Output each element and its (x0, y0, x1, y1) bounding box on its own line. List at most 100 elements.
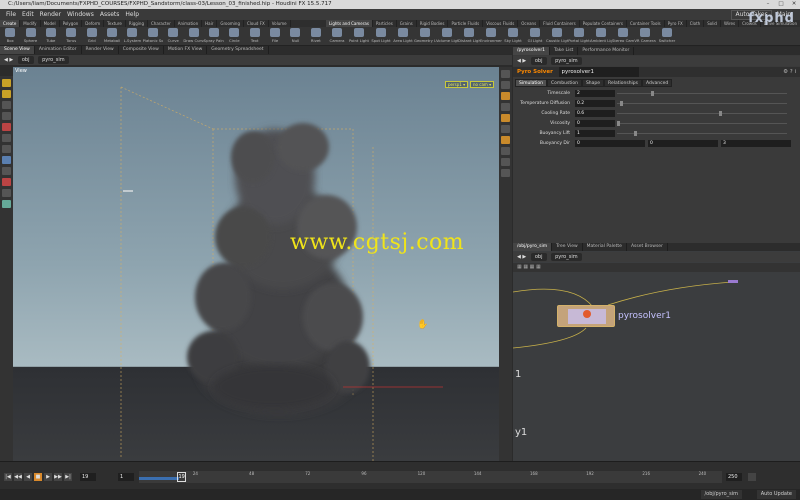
shelf-tool-torus[interactable]: Torus (61, 27, 81, 46)
display-options-icon[interactable] (501, 70, 510, 78)
param-slider-track[interactable] (617, 93, 787, 94)
shelf-tab[interactable]: Polygon (60, 20, 83, 27)
pane-tab[interactable]: Asset Browser (627, 243, 668, 251)
shelf-tool-spray-paint[interactable]: Spray Paint (204, 27, 224, 46)
param-value-field[interactable]: 2 (575, 90, 615, 97)
path-obj[interactable]: obj (17, 56, 34, 64)
shelf-tool-sphere[interactable]: Sphere (20, 27, 40, 46)
ghost-icon[interactable] (501, 114, 510, 122)
shelf-tab[interactable]: Create (0, 20, 21, 27)
param-slider-knob[interactable] (617, 121, 620, 126)
menu-render[interactable]: Render (37, 9, 64, 20)
path-obj[interactable]: obj (530, 57, 547, 65)
back-icon[interactable]: ◀ ▶ (4, 57, 13, 63)
param-slider-track[interactable] (617, 103, 787, 104)
pane-tab[interactable]: Motion FX View (164, 46, 208, 54)
gear-icon[interactable]: ⚙ ? i (783, 67, 796, 77)
shelf-tab[interactable]: Container Tools (627, 20, 665, 27)
shelf-tool-tube[interactable]: Tube (41, 27, 61, 46)
shelf-tool-grid[interactable]: Grid (82, 27, 102, 46)
shelf-tab[interactable]: Particle Fluids (448, 20, 484, 27)
playback-button-3[interactable]: ■ (34, 473, 42, 481)
shelf-tool-metaball[interactable]: Metaball (102, 27, 122, 46)
shelf-tool-null[interactable]: Null (285, 27, 305, 46)
node-name-field[interactable]: pyrosolver1 (558, 67, 639, 77)
menu-windows[interactable]: Windows (64, 9, 97, 20)
shelf-tool-portal-light[interactable]: Portal Light (568, 27, 590, 46)
playback-button-1[interactable]: ◀◀ (14, 473, 22, 481)
shelf-tool-point-light[interactable]: Point Light (348, 27, 370, 46)
pane-tab[interactable]: Animation Editor (35, 46, 82, 54)
param-subtab-combustion[interactable]: Combustion (546, 79, 582, 87)
guide-icon[interactable] (501, 125, 510, 133)
snap-icon[interactable] (2, 156, 11, 164)
pose-tool-icon[interactable] (2, 134, 11, 142)
shelf-tool-caustic-light[interactable]: Caustic Light (546, 27, 568, 46)
pane-tab[interactable]: Render View (82, 46, 119, 54)
scale-tool-icon[interactable] (2, 112, 11, 120)
timeline-ruler[interactable]: 24 48 72 96 120 144 168 192 216 240 19 (139, 471, 722, 483)
buoyancy-dir-z-field[interactable]: 3 (721, 140, 791, 147)
param-value-field[interactable]: 0.2 (575, 100, 615, 107)
param-subtab-relationships[interactable]: Relationships (604, 79, 642, 87)
shelf-tool-ambient-lig[interactable]: Ambient Lig (590, 27, 612, 46)
lighting-icon[interactable] (501, 81, 510, 89)
menu-file[interactable]: File (3, 9, 19, 20)
playback-button-0[interactable]: |◀ (4, 473, 12, 481)
menu-edit[interactable]: Edit (19, 9, 37, 20)
shelf-tab[interactable]: Populate Containers (580, 20, 627, 27)
shelf-tool-sky-light[interactable]: Sky Light (502, 27, 524, 46)
shelf-tool-stereo-cam[interactable]: Stereo Cam (612, 27, 634, 46)
key-icon[interactable] (748, 473, 756, 481)
current-frame-field[interactable]: 19 (80, 473, 96, 481)
minimize-icon[interactable]: – (762, 0, 774, 9)
auto-update-menu[interactable]: Auto Update (756, 490, 796, 499)
param-value-field[interactable]: 1 (575, 130, 615, 137)
pane-tab[interactable]: Composite View (119, 46, 164, 54)
network-editor[interactable]: /obj/pyro_sim Tree View Material Palette As… (513, 243, 800, 461)
background-icon[interactable] (501, 158, 510, 166)
path-pyro-sim[interactable]: pyro_sim (38, 56, 69, 64)
shelf-tool-gi-light[interactable]: GI Light (524, 27, 546, 46)
shelf-tool-box[interactable]: Box (0, 27, 20, 46)
pane-tab[interactable]: Performance Monitor (578, 47, 635, 55)
pyrosolver-node[interactable] (557, 305, 615, 327)
shelf-tool-vr-camera[interactable]: VR Camera (634, 27, 656, 46)
back-icon[interactable]: ◀ ▶ (517, 254, 526, 260)
shelf-tool-draw-curve[interactable]: Draw Curve (183, 27, 204, 46)
param-slider-track[interactable] (617, 113, 787, 114)
safe-area-icon[interactable] (501, 169, 510, 177)
close-icon[interactable]: ✕ (788, 0, 800, 9)
shelf-tab[interactable]: Hair (202, 20, 218, 27)
shelf-tab[interactable]: Wires (721, 20, 740, 27)
playback-button-4[interactable]: ▶ (44, 473, 52, 481)
shelf-tool-rivet[interactable]: Rivet (306, 27, 326, 46)
maximize-icon[interactable]: □ (775, 0, 787, 9)
pane-tab[interactable]: Material Palette (583, 243, 627, 251)
shelf-tool-volume-light[interactable]: Volume Light (436, 27, 458, 46)
shelf-tool-distant-light[interactable]: Distant Light (458, 27, 480, 46)
playback-button-6[interactable]: ▶| (64, 473, 72, 481)
shelf-tool-platonic-sol[interactable]: Platonic Sol (143, 27, 163, 46)
point-display-icon[interactable] (501, 136, 510, 144)
shelf-tab[interactable]: Rigid Bodies (417, 20, 449, 27)
param-subtab-simulation[interactable]: Simulation (515, 79, 547, 87)
shelf-tab[interactable]: Pyro FX (665, 20, 687, 27)
shading-icon[interactable] (501, 92, 510, 100)
wireframe-icon[interactable] (501, 103, 510, 111)
render-region-icon[interactable] (2, 189, 11, 197)
menu-help[interactable]: Help (122, 9, 142, 20)
shelf-tab[interactable]: Deform (82, 20, 105, 27)
shelf-tab[interactable]: Particles (373, 20, 397, 27)
playback-button-2[interactable]: ◀ (24, 473, 32, 481)
path-pyro-sim[interactable]: pyro_sim (551, 253, 582, 261)
rotate-tool-icon[interactable] (2, 101, 11, 109)
buoyancy-dir-y-field[interactable]: 0 (648, 140, 718, 147)
buoyancy-dir-x-field[interactable]: 0 (575, 140, 645, 147)
shelf-tool-geometry-l[interactable]: Geometry L (414, 27, 436, 46)
playback-button-5[interactable]: ▶▶ (54, 473, 62, 481)
magnet-icon[interactable] (2, 178, 11, 186)
param-value-field[interactable]: 0 (575, 120, 615, 127)
param-slider-knob[interactable] (620, 101, 624, 106)
back-icon[interactable]: ◀ ▶ (517, 58, 526, 64)
